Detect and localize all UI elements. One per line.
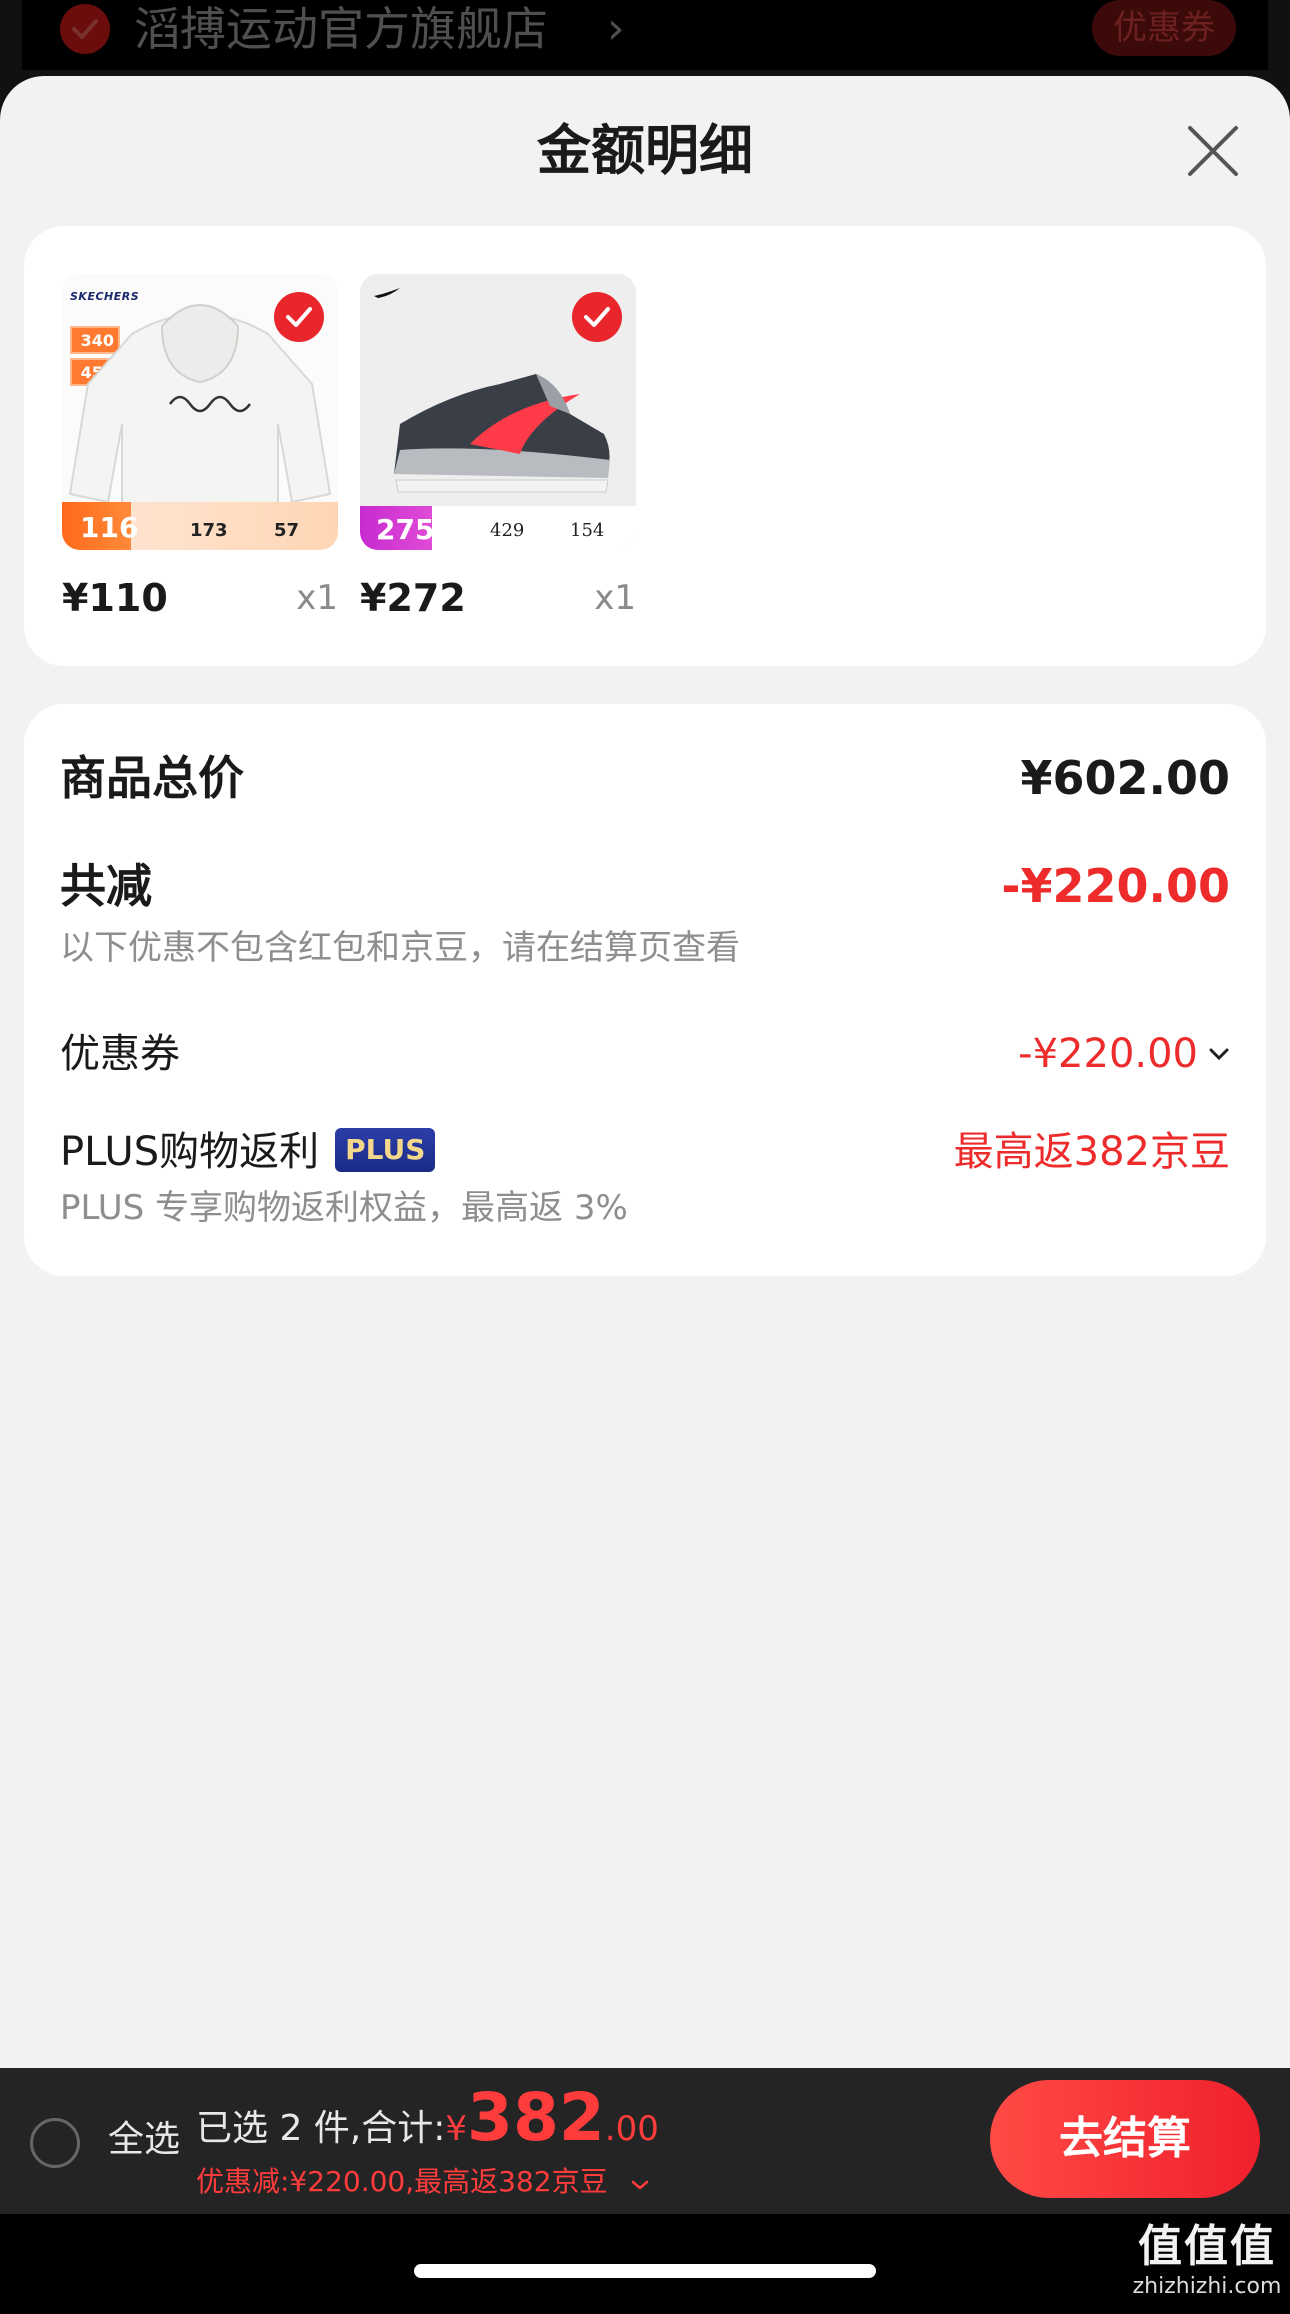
- checkout-button[interactable]: 去结算: [990, 2080, 1260, 2198]
- product-quantity: x1: [594, 578, 636, 618]
- sheet-title: 金额明细: [537, 119, 753, 182]
- total-amount-integer: 382: [467, 2079, 605, 2156]
- banner-value: 429: [490, 520, 525, 541]
- home-indicator-area: 值值值 zhizhizhi.com: [0, 2214, 1290, 2314]
- product-item[interactable]: 275 429 154 ¥272 x1: [360, 274, 636, 620]
- banner-price: 275: [376, 513, 435, 546]
- coupon-label: 优惠券: [60, 1031, 180, 1077]
- chevron-right-icon: ›: [607, 3, 625, 54]
- select-all-radio[interactable]: [30, 2118, 80, 2168]
- promo-banner: 275 429 154: [360, 506, 636, 550]
- watermark-url: zhizhizhi.com: [1132, 2274, 1282, 2299]
- checkout-bar: 全选 已选 2 件,合计:¥382.00 优惠减:¥220.00,最高返382京…: [0, 2068, 1290, 2214]
- banner-value: 154: [570, 520, 605, 541]
- product-quantity: x1: [296, 578, 338, 618]
- watermark-logo: 值值值: [1138, 2221, 1276, 2272]
- amount-detail-sheet: 金额明细 SKECHERS 340 450 116 173: [0, 76, 1290, 2068]
- product-price: ¥110: [62, 576, 168, 620]
- total-amount-decimal: .00: [604, 2109, 659, 2149]
- plus-rebate-label: PLUS购物返利: [60, 1129, 320, 1175]
- chevron-down-icon: [1209, 1048, 1229, 1061]
- banner-value: 173: [190, 520, 228, 541]
- selected-summary: 已选 2 件,合计:¥382.00: [196, 2085, 659, 2161]
- promo-banner: 116 173 57: [62, 502, 338, 550]
- reduction-note: 以下优惠不包含红包和京豆，请在结算页查看: [60, 928, 740, 968]
- plus-badge: PLUS: [335, 1128, 436, 1172]
- plus-rebate-note: PLUS 专享购物返利权益，最高返 3%: [60, 1188, 628, 1228]
- select-all-label[interactable]: 全选: [108, 2114, 180, 2166]
- coupon-row-toggle[interactable]: -¥220.00: [1018, 1024, 1230, 1084]
- banner-value: 57: [274, 520, 300, 541]
- check-icon[interactable]: [274, 292, 324, 342]
- banner-price: 116: [80, 511, 139, 544]
- products-card: SKECHERS 340 450 116 173 57 ¥110 x1: [24, 226, 1266, 666]
- total-reduction-value: -¥220.00: [1001, 859, 1230, 913]
- product-item[interactable]: SKECHERS 340 450 116 173 57 ¥110 x1: [62, 274, 338, 620]
- product-price: ¥272: [360, 576, 466, 620]
- close-icon[interactable]: [1184, 122, 1242, 180]
- store-name[interactable]: 滔搏运动官方旗舰店: [134, 2, 548, 56]
- watermark: 值值值 zhizhizhi.com: [1132, 2220, 1282, 2300]
- check-icon[interactable]: [572, 292, 622, 342]
- total-price-label: 商品总价: [60, 751, 244, 805]
- selected-count-text: 已选 2 件,合计:: [196, 2108, 446, 2149]
- product-image-shoe[interactable]: 275 429 154: [360, 274, 636, 550]
- price-summary-card: 商品总价 ¥602.00 共减 -¥220.00 以下优惠不包含红包和京豆，请在…: [24, 704, 1266, 1276]
- discount-note-toggle[interactable]: 优惠减:¥220.00,最高返382京豆: [196, 2164, 650, 2200]
- total-price-value: ¥602.00: [1020, 751, 1230, 805]
- home-indicator[interactable]: [414, 2264, 876, 2278]
- store-coupon-button[interactable]: 优惠券: [1092, 0, 1236, 56]
- chevron-down-icon: [632, 2180, 649, 2190]
- discount-note: 优惠减:¥220.00,最高返382京豆: [196, 2165, 608, 2198]
- total-reduction-label: 共减: [60, 859, 152, 913]
- plus-rebate-value: 最高返382京豆: [953, 1129, 1230, 1175]
- store-header: 滔搏运动官方旗舰店 › 优惠券: [22, 0, 1268, 70]
- plus-rebate-row: PLUS购物返利 PLUS: [60, 1122, 436, 1182]
- coupon-value: -¥220.00: [1018, 1031, 1198, 1077]
- total-currency: ¥: [445, 2109, 468, 2149]
- product-image-hoodie[interactable]: SKECHERS 340 450 116 173 57: [62, 274, 338, 550]
- store-check-icon[interactable]: [60, 4, 110, 54]
